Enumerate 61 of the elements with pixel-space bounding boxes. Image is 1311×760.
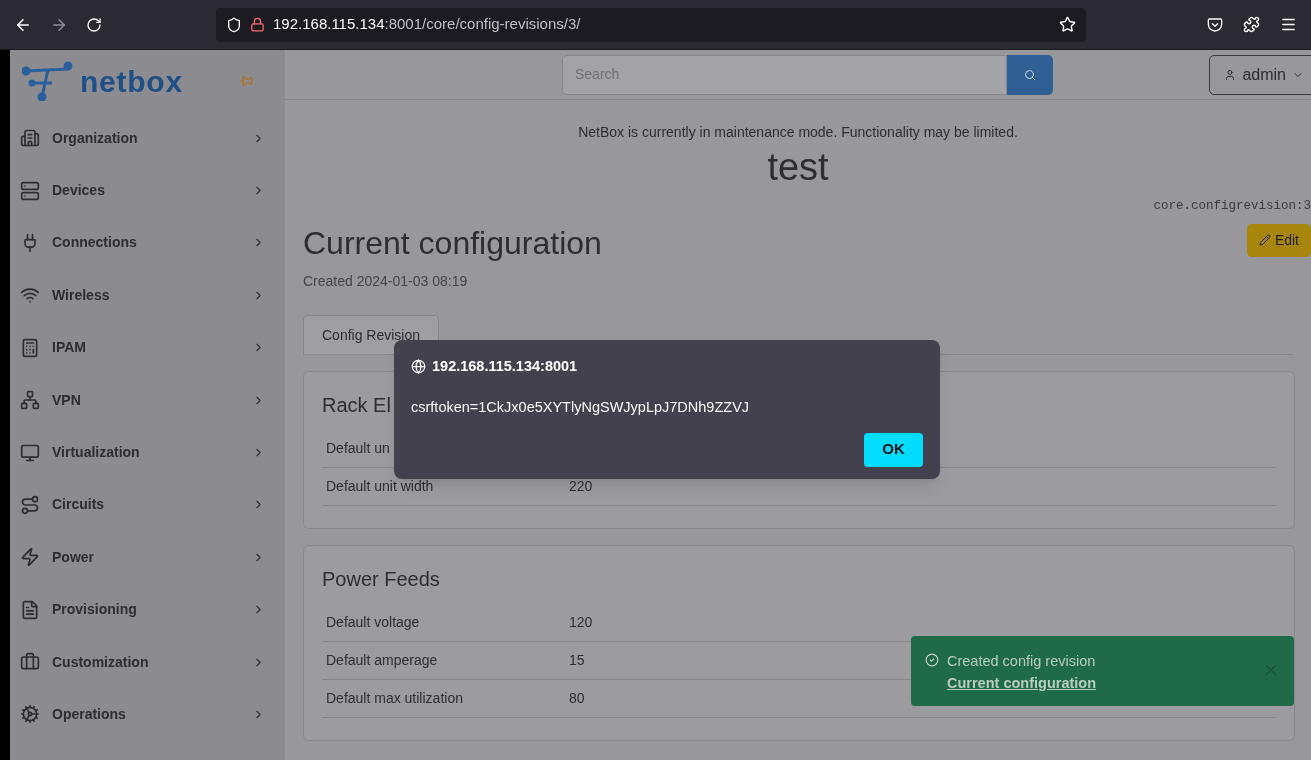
field-label: Default amperage [326,651,439,670]
lightning-icon [20,547,40,568]
sidebar-item[interactable]: VPN [10,373,285,427]
briefcase-icon [20,652,40,673]
route-icon [20,494,40,515]
sidebar-item[interactable]: Power [10,531,285,584]
url-text: 192.168.115.134:8001/core/config-revisions/3/ [273,14,581,35]
card-title: Power Feeds [322,567,440,592]
sidebar-item[interactable]: Virtualization [10,426,285,479]
reload-icon[interactable] [86,16,102,33]
field-label: Default max utilization [326,689,464,708]
dialog-origin: 192.168.115.134:8001 [432,357,578,376]
sidebar-item[interactable]: Circuits [10,478,285,532]
field-value: 15 [569,651,585,670]
logo-icon [22,61,74,101]
toast-link[interactable]: Current configuration [947,675,1097,691]
pocket-icon[interactable] [1207,16,1223,33]
edit-button[interactable]: Edit [1246,223,1311,257]
sidebar-item[interactable]: Wireless [10,269,285,322]
toast-message: Created config revision Current configuration [947,652,1098,693]
sidebar-item[interactable]: Provisioning [10,583,285,636]
object-identifier: core.configrevision:3 [1153,198,1311,215]
page-title: Current configuration [303,224,602,263]
star-icon[interactable] [1059,16,1076,33]
brand-name: netbox [80,63,183,100]
maintenance-message: NetBox is currently in maintenance mode. Functionality may be limited. [578,123,1018,142]
sidebar-item[interactable]: Connections [10,216,285,270]
site-title: test [767,145,829,189]
field-value: 80 [569,689,585,708]
dialog-message: csrftoken=1CkJx0e5XYTlyNgSWJypLpJ7DNh9ZZVJ [411,397,751,417]
sidebar-item[interactable]: Operations [10,688,285,741]
document-icon [20,599,40,620]
extensions-icon[interactable] [1243,16,1260,33]
menu-icon[interactable] [1280,16,1297,33]
gear-icon [20,704,40,725]
search-icon [1024,68,1036,81]
field-value: 120 [569,613,593,632]
sidebar-item[interactable]: Customization [10,635,285,689]
user-icon [1224,68,1237,81]
monitor-icon [20,442,40,463]
field-value: 220 [569,477,593,496]
field-label: Default un [326,439,391,458]
lock-icon[interactable] [250,17,265,32]
pencil-icon [1258,234,1271,247]
field-label: Default voltage [326,613,421,632]
sidebar-item[interactable]: Organization [10,112,285,165]
field-label: Default unit width [326,477,435,496]
globe-icon [411,359,426,375]
ok-button[interactable]: OK [864,432,923,467]
address-bar[interactable]: 192.168.115.134:8001/core/config-revisions/3/ [216,7,1086,42]
server-icon [20,180,40,201]
created-date: Created 2024-01-03 08:19 [303,272,469,291]
building-icon [20,128,40,149]
sidebar-item[interactable]: IPAM [10,321,285,374]
check-icon [925,653,939,667]
shield-icon[interactable] [226,16,242,33]
card-title: Rack El [322,393,391,418]
calculator-icon [20,337,40,358]
sidebar-item[interactable]: Devices [10,164,285,217]
user-menu-button[interactable]: admin [1209,54,1311,95]
network-icon [20,390,40,411]
